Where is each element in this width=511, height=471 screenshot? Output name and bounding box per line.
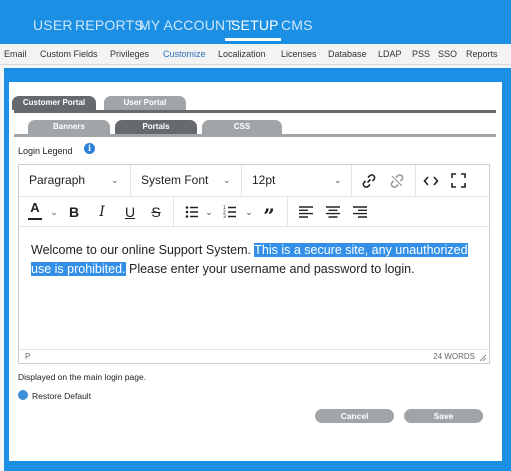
toolbar-divider — [415, 165, 416, 196]
restore-default-label: Restore Default — [32, 391, 92, 401]
restore-icon — [18, 390, 28, 400]
help-text: Displayed on the main login page. — [18, 372, 147, 382]
content-text: Welcome to our online Support System. — [31, 243, 255, 257]
tab-user-portal[interactable]: User Portal — [104, 96, 186, 110]
chevron-down-icon[interactable]: ⌄ — [204, 197, 214, 227]
nav-active-indicator — [225, 38, 281, 41]
nav-cms[interactable]: CMS — [281, 17, 313, 33]
underline-icon[interactable]: U — [123, 197, 137, 227]
top-nav: USER REPORTS MY ACCOUNT SETUP CMS — [0, 0, 511, 44]
subnav-pss[interactable]: PSS — [412, 49, 430, 59]
editor-toolbar-format: A ⌄ B I U S ⌄ 1 2 3 ⌄ ” — [19, 197, 489, 228]
align-left-icon[interactable] — [299, 206, 313, 218]
nav-my-account[interactable]: MY ACCOUNT — [139, 17, 234, 33]
block-format-value: Paragraph — [29, 173, 86, 187]
sub-nav: Email Custom Fields Privileges Customize… — [0, 44, 511, 65]
toolbar-divider — [287, 197, 288, 226]
fullscreen-icon[interactable] — [451, 173, 466, 188]
link-icon[interactable] — [361, 173, 377, 189]
numbered-list-icon[interactable]: 1 2 3 — [223, 205, 237, 219]
subnav-reports[interactable]: Reports — [466, 49, 498, 59]
info-icon[interactable]: i — [84, 143, 95, 154]
login-legend-label: Login Legend — [18, 146, 73, 156]
bullet-list-icon[interactable] — [185, 205, 199, 219]
chevron-down-icon[interactable]: ⌄ — [49, 197, 59, 227]
tab-css[interactable]: CSS — [202, 120, 282, 134]
editor-toolbar-top: Paragraph ⌄ System Font ⌄ 12pt ⌄ — [19, 165, 489, 197]
subnav-database[interactable]: Database — [328, 49, 367, 59]
nav-user[interactable]: USER — [33, 17, 73, 33]
subnav-customize[interactable]: Customize — [163, 49, 206, 59]
save-button[interactable]: Save — [404, 409, 483, 423]
font-size-value: 12pt — [252, 173, 276, 187]
subnav-licenses[interactable]: Licenses — [281, 49, 317, 59]
align-right-icon[interactable] — [353, 206, 367, 218]
toolbar-divider — [173, 197, 174, 226]
editor-content[interactable]: Welcome to our online Support System. Th… — [31, 241, 479, 279]
tab-customer-portal[interactable]: Customer Portal — [12, 96, 96, 110]
svg-text:3: 3 — [223, 214, 226, 219]
chevron-down-icon[interactable]: ⌄ — [244, 197, 254, 227]
cancel-button[interactable]: Cancel — [315, 409, 394, 423]
source-code-icon[interactable] — [423, 174, 439, 188]
font-family-select[interactable]: System Font ⌄ — [131, 165, 241, 196]
text-color-icon[interactable]: A — [27, 197, 43, 227]
rich-text-editor: Paragraph ⌄ System Font ⌄ 12pt ⌄ A ⌄ B I… — [18, 164, 490, 364]
subnav-email[interactable]: Email — [4, 49, 27, 59]
subnav-custom-fields[interactable]: Custom Fields — [40, 49, 98, 59]
nav-reports[interactable]: REPORTS — [75, 17, 144, 33]
secondary-tab-bar — [14, 134, 496, 137]
strikethrough-icon[interactable]: S — [149, 197, 163, 227]
tab-banners[interactable]: Banners — [28, 120, 110, 134]
element-path[interactable]: P — [25, 352, 30, 361]
subnav-sso[interactable]: SSO — [438, 49, 457, 59]
unlink-icon[interactable] — [389, 173, 405, 189]
toolbar-divider — [351, 165, 352, 196]
font-family-value: System Font — [141, 173, 209, 187]
chevron-down-icon: ⌄ — [111, 175, 119, 185]
subnav-localization[interactable]: Localization — [218, 49, 266, 59]
subnav-ldap[interactable]: LDAP — [378, 49, 402, 59]
tab-portals[interactable]: Portals — [115, 120, 197, 134]
align-center-icon[interactable] — [326, 206, 340, 218]
editor-statusbar: P 24 WORDS — [19, 349, 489, 363]
block-format-select[interactable]: Paragraph ⌄ — [19, 165, 130, 196]
content-text: Please enter your username and password … — [125, 262, 415, 276]
chevron-down-icon: ⌄ — [223, 175, 231, 185]
resize-handle-icon[interactable] — [479, 354, 487, 362]
font-size-select[interactable]: 12pt ⌄ — [242, 165, 351, 196]
bold-icon[interactable]: B — [67, 197, 81, 227]
chevron-down-icon: ⌄ — [334, 175, 342, 185]
primary-tab-bar — [14, 110, 496, 113]
subnav-privileges[interactable]: Privileges — [110, 49, 149, 59]
blockquote-icon[interactable]: ” — [262, 197, 276, 228]
nav-setup[interactable]: SETUP — [231, 17, 279, 33]
italic-icon[interactable]: I — [95, 197, 109, 227]
word-count: 24 WORDS — [433, 352, 475, 361]
